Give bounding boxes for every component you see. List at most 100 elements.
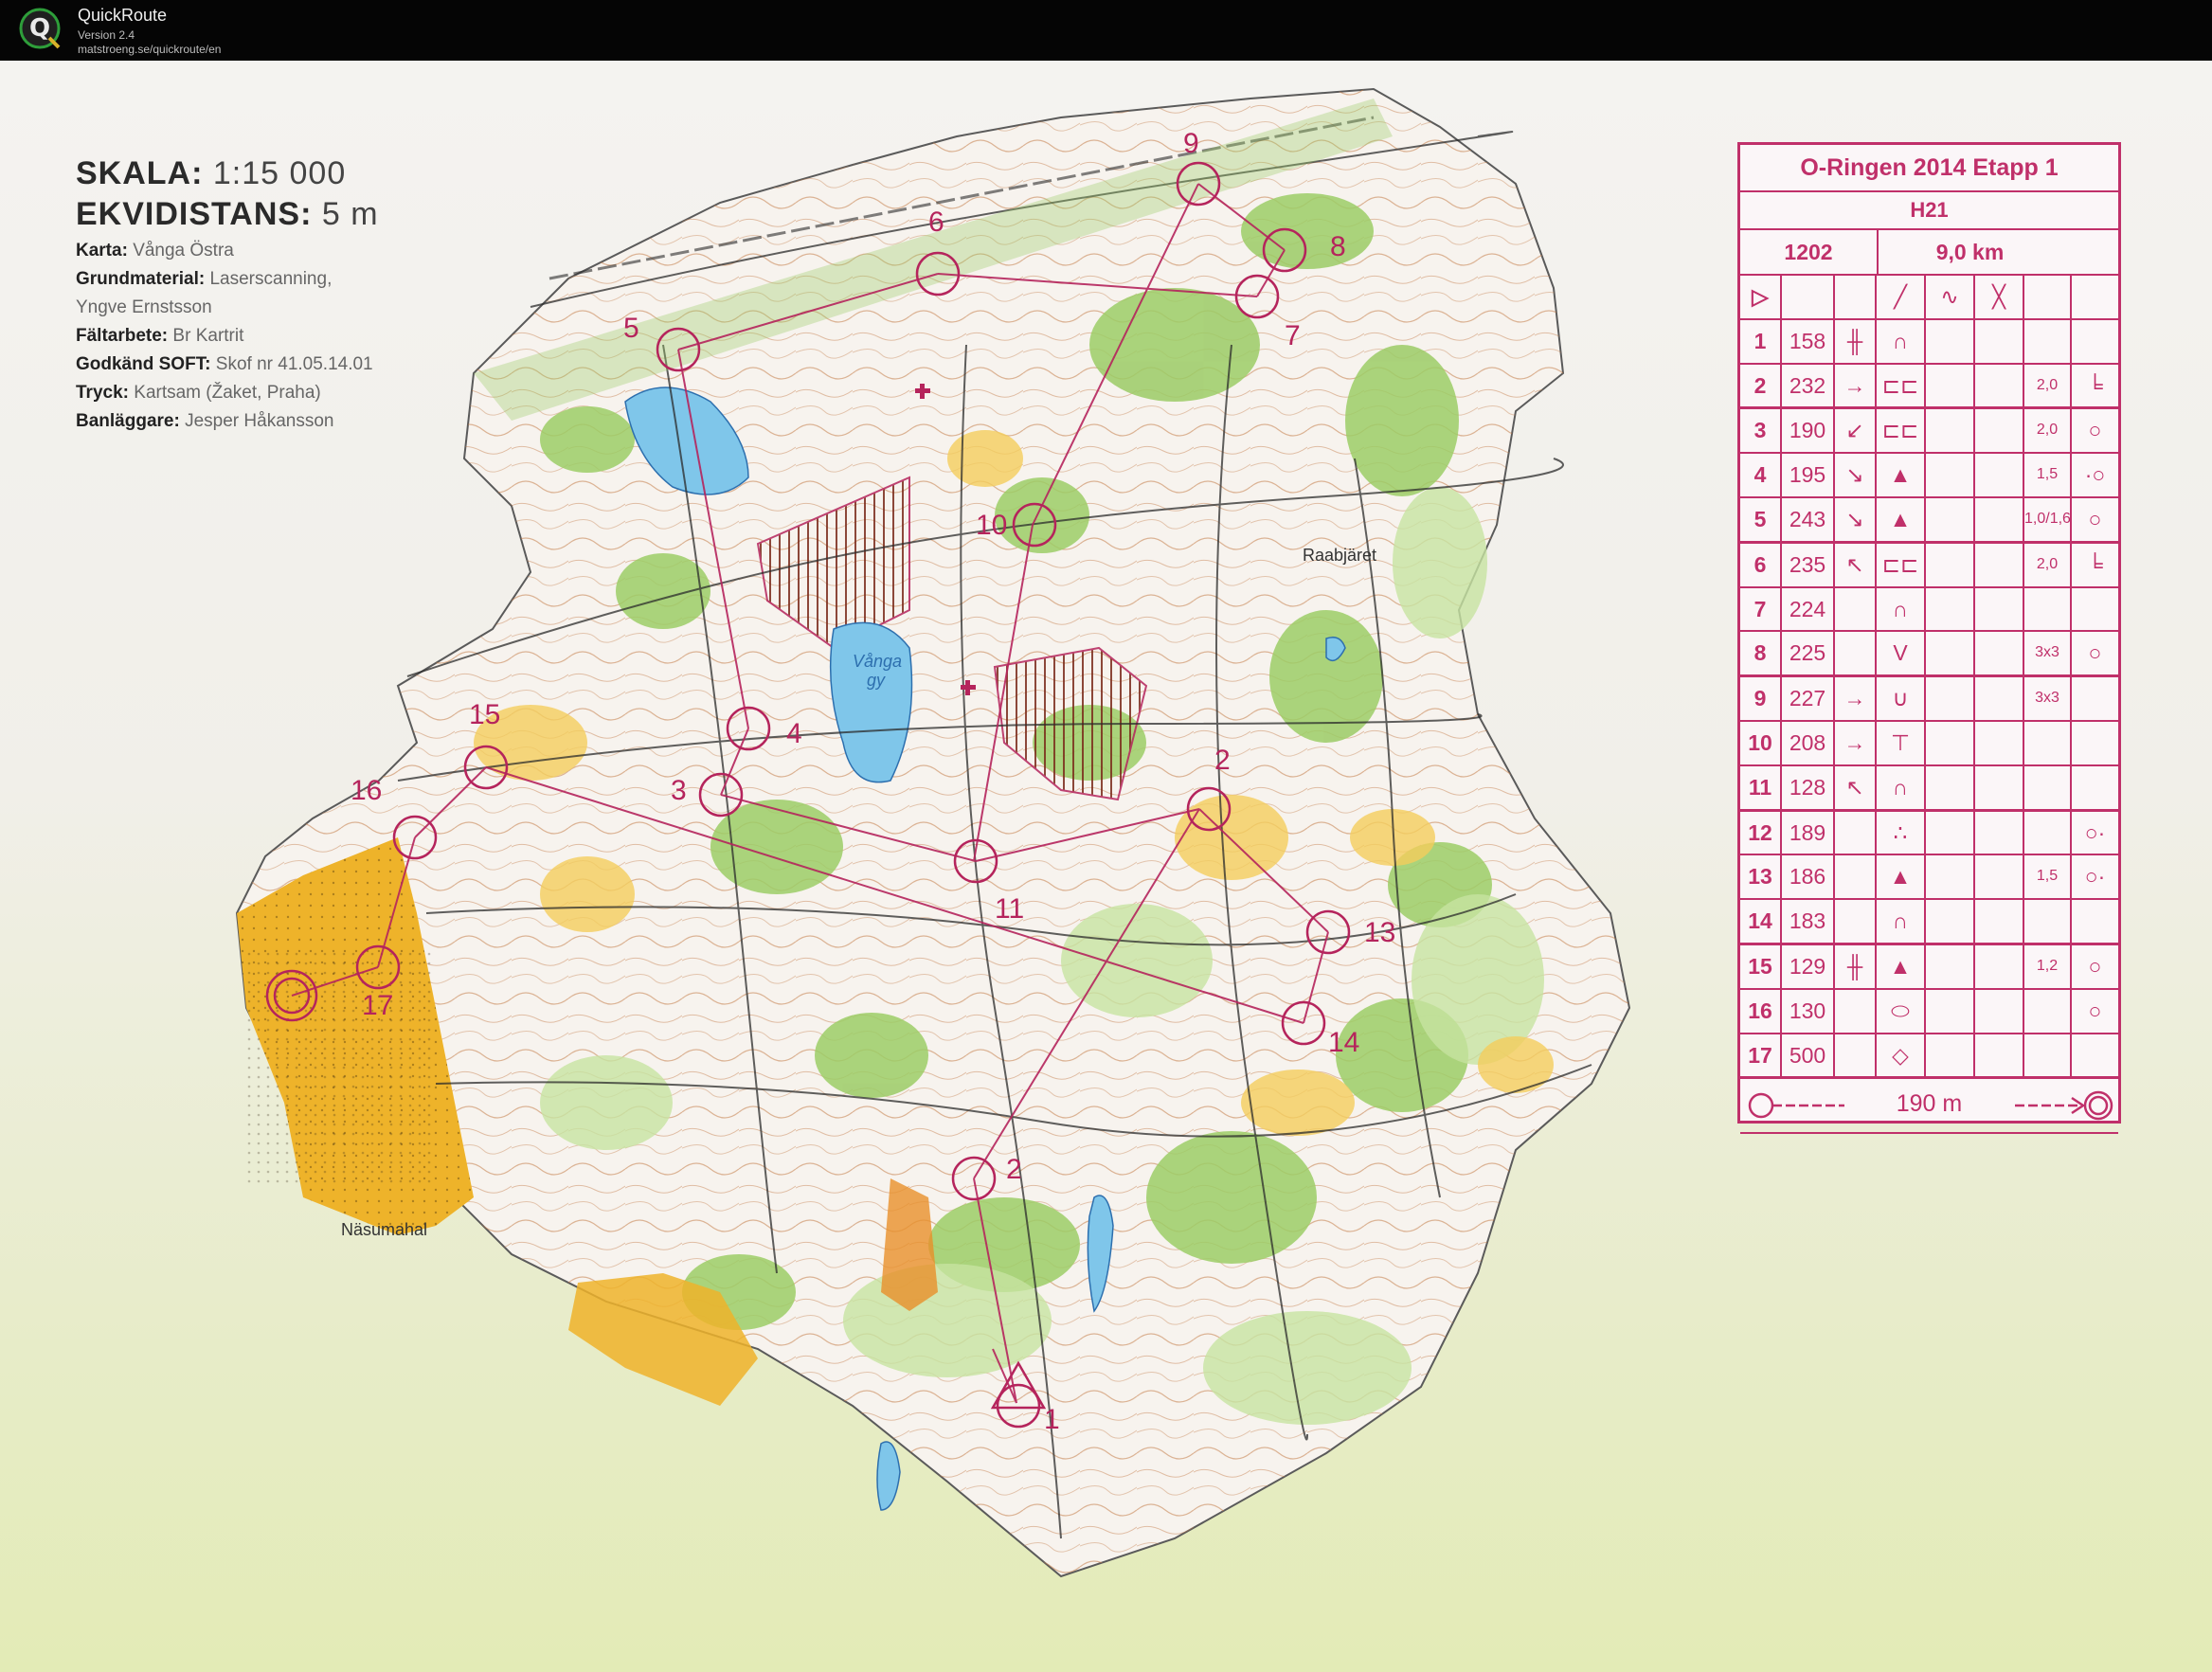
start-triangle-icon: ▷ (1740, 276, 1782, 318)
control-row: 6 235 ↖ ⊏⊏ 2,0 ╘ (1740, 543, 2118, 588)
detail (1975, 765, 2024, 809)
dimensions: 1,5 (2024, 454, 2072, 496)
control-sequence: 6 (1740, 543, 1782, 586)
detail (1975, 900, 2024, 943)
control-row: 14 183 ∩ (1740, 900, 2118, 945)
location: ○ (2088, 418, 2102, 443)
svg-text:16: 16 (351, 775, 382, 806)
class-name: H21 (1740, 192, 2118, 230)
place-name: Raabjäret (1303, 546, 1376, 565)
control-row: 10 208 → ⊤ (1740, 721, 2118, 766)
which-feature: → (1835, 364, 1877, 407)
course-header: 1202 9,0 km (1740, 230, 2118, 276)
detail (1975, 1034, 2024, 1077)
appearance (1926, 319, 1975, 363)
control-row: 11 128 ↖ ∩ (1740, 765, 2118, 812)
dimensions: 2,0 (2024, 409, 2072, 453)
svg-text:10: 10 (976, 510, 1007, 541)
appearance (1926, 989, 1975, 1033)
dimensions: 1,2 (2024, 944, 2072, 988)
appearance (1926, 1034, 1975, 1077)
location (2072, 766, 2118, 809)
feature-symbol: ⊏⊏ (1877, 364, 1926, 407)
feature-wave-icon: ∿ (1926, 276, 1975, 318)
app-titlebar: Q QuickRoute Version 2.4 matstroeng.se/q… (0, 0, 2212, 61)
dimensions (2024, 765, 2072, 809)
appearance (1926, 364, 1975, 407)
control-row: 9 227 → ∪ 3x3 (1740, 677, 2118, 722)
feature-symbol: ⬭ (1877, 989, 1926, 1033)
svg-text:17: 17 (362, 990, 393, 1021)
location: ○ (2088, 640, 2102, 666)
appearance (1926, 855, 1975, 899)
location: ○ (2088, 998, 2102, 1023)
appearance (1926, 454, 1975, 496)
which-feature: ↖ (1835, 765, 1877, 809)
control-code: 158 (1782, 319, 1835, 363)
location (2072, 722, 2118, 764)
legend-row: Grundmaterial: Laserscanning, (76, 269, 333, 289)
control-sequence: 15 (1740, 944, 1782, 988)
feature-symbol: ∩ (1877, 319, 1926, 363)
control-row: 1 158 ╫ ∩ (1740, 319, 2118, 365)
feature-symbol: ∴ (1877, 811, 1926, 854)
control-sequence: 1 (1740, 319, 1782, 363)
control-code: 128 (1782, 765, 1835, 809)
legend-row: Yngve Ernstsson (76, 297, 212, 317)
legend-row: Godkänd SOFT: Skof nr 41.05.14.01 (76, 354, 373, 374)
finish-row: 190 m (1740, 1079, 2118, 1135)
appearance (1926, 765, 1975, 809)
svg-text:2: 2 (1006, 1154, 1022, 1185)
which-feature: → (1835, 721, 1877, 764)
start-row: ▷ ╱ ∿ ╳ (1740, 276, 2118, 320)
dimensions (2024, 721, 2072, 764)
control-sequence: 5 (1740, 497, 1782, 541)
which-feature: ╫ (1835, 319, 1877, 363)
control-row: 8 225 V 3x3 ○ (1740, 632, 2118, 678)
detail (1975, 409, 2024, 453)
location (2072, 900, 2118, 943)
svg-text:4: 4 (786, 718, 802, 749)
feature-symbol: ⊤ (1877, 721, 1926, 764)
scale-line: SKALA: 1:15 000 (76, 155, 347, 191)
legend-row: Karta: Vånga Östra (76, 241, 234, 261)
dimensions (2024, 319, 2072, 363)
control-code: 243 (1782, 497, 1835, 541)
dimensions: 2,0 (2024, 364, 2072, 407)
detail (1975, 632, 2024, 675)
appearance (1926, 721, 1975, 764)
app-url[interactable]: matstroeng.se/quickroute/en (78, 43, 221, 56)
control-code: 500 (1782, 1034, 1835, 1077)
which-feature (1835, 587, 1877, 631)
dimensions: 3x3 (2024, 632, 2072, 675)
appearance (1926, 944, 1975, 988)
app-name: QuickRoute (78, 6, 168, 25)
dimensions (2024, 587, 2072, 631)
detail (1975, 319, 2024, 363)
feature-symbol: ▲ (1877, 944, 1926, 988)
control-row: 16 130 ⬭ ○ (1740, 989, 2118, 1034)
course-length: 9,0 km (1935, 240, 2005, 264)
control-sequence: 11 (1740, 765, 1782, 809)
detail (1975, 454, 2024, 496)
legend-row: Fältarbete: Br Kartrit (76, 326, 244, 346)
feature-symbol: ▲ (1877, 855, 1926, 899)
dimensions: 2,0 (2024, 543, 2072, 586)
control-sequence: 13 (1740, 855, 1782, 899)
svg-text:8: 8 (1330, 231, 1346, 262)
location (2072, 588, 2118, 631)
detail (1975, 811, 2024, 854)
detail (1975, 855, 2024, 899)
dimensions: 3x3 (2024, 677, 2072, 720)
control-code: 208 (1782, 721, 1835, 764)
which-feature (1835, 855, 1877, 899)
control-sequence: 3 (1740, 409, 1782, 453)
which-feature (1835, 900, 1877, 943)
control-row: 4 195 ↘ ▲ 1,5 ·○ (1740, 454, 2118, 498)
location: ○ (2088, 953, 2102, 979)
which-feature: ↘ (1835, 497, 1877, 541)
svg-text:2: 2 (1214, 745, 1231, 776)
which-feature (1835, 1034, 1877, 1077)
control-sequence: 9 (1740, 677, 1782, 720)
control-sequence: 7 (1740, 587, 1782, 631)
